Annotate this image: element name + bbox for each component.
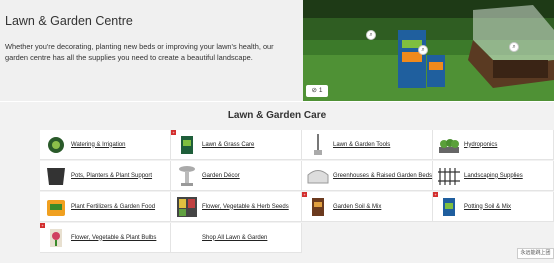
- category-greenhouses[interactable]: Greenhouses & Raised Garden Beds: [302, 161, 433, 191]
- plant-tray-icon: [438, 134, 460, 156]
- birdbath-icon: [176, 165, 198, 187]
- sale-badge: +: [433, 191, 438, 197]
- category-watering-irrigation[interactable]: Watering & Irrigation: [40, 130, 171, 160]
- sale-badge: +: [40, 222, 45, 228]
- hero-text: Lawn & Garden Centre Whether you're deco…: [5, 14, 295, 63]
- sale-badge: +: [171, 129, 176, 135]
- shop-all-link[interactable]: Shop All Lawn & Garden: [171, 223, 302, 253]
- seed-packets-icon: [176, 196, 198, 218]
- hero-image[interactable]: ⌕ ⌕ ⌕: [303, 0, 554, 101]
- lawn-product-icon: +: [171, 129, 198, 156]
- hotspot-icon[interactable]: ⌕: [366, 30, 376, 40]
- category-garden-decor[interactable]: Garden Décor: [171, 161, 302, 191]
- category-lawn-garden-tools[interactable]: Lawn & Garden Tools: [302, 130, 433, 160]
- sale-badge: +: [302, 191, 307, 197]
- category-label: Lawn & Grass Care: [202, 141, 255, 148]
- bulbs-icon: +: [40, 222, 67, 249]
- category-label: Plant Fertilizers & Garden Food: [71, 203, 156, 210]
- category-label: Watering & Irrigation: [71, 141, 126, 148]
- category-bulbs[interactable]: + Flower, Vegetable & Plant Bulbs: [40, 222, 171, 253]
- category-potting-soil[interactable]: + Potting Soil & Mix: [433, 191, 554, 222]
- category-label: Flower, Vegetable & Plant Bulbs: [71, 234, 157, 241]
- hero-description: Whether you're decorating, planting new …: [5, 42, 274, 62]
- category-label: Lawn & Garden Tools: [333, 141, 391, 148]
- page-title: Lawn & Garden Centre: [5, 14, 133, 28]
- category-label: Garden Décor: [202, 172, 240, 179]
- garden-tool-icon: [307, 133, 329, 156]
- category-garden-soil[interactable]: + Garden Soil & Mix: [302, 191, 433, 222]
- fertilizer-icon: [45, 196, 67, 218]
- category-lawn-grass-care[interactable]: + Lawn & Grass Care: [171, 129, 302, 160]
- category-pots-planters[interactable]: Pots, Planters & Plant Support: [40, 161, 171, 191]
- category-label: Greenhouses & Raised Garden Beds: [333, 172, 433, 179]
- category-label: Potting Soil & Mix: [464, 203, 512, 210]
- fence-icon: [438, 165, 460, 187]
- planter-icon: [45, 165, 67, 187]
- like-count: 1: [318, 87, 323, 94]
- greenhouse-icon: [307, 165, 329, 187]
- section-title: Lawn & Garden Care: [227, 110, 327, 121]
- hose-reel-icon: [45, 134, 67, 156]
- potting-soil-icon: +: [433, 191, 460, 218]
- divider: [0, 101, 554, 102]
- soil-bag-icon: +: [302, 191, 329, 218]
- category-label: Garden Soil & Mix: [333, 203, 382, 210]
- category-label: Landscaping Supplies: [464, 172, 523, 179]
- category-seeds[interactable]: Flower, Vegetable & Herb Seeds: [171, 192, 302, 222]
- placeholder-thumb: [176, 227, 198, 249]
- help-button[interactable]: 永远能跳上团: [517, 248, 554, 259]
- category-label: Pots, Planters & Plant Support: [71, 172, 153, 179]
- category-label: Shop All Lawn & Garden: [202, 234, 268, 241]
- hotspot-icon[interactable]: ⌕: [418, 45, 428, 55]
- category-label: Hydroponics: [464, 141, 498, 148]
- category-label: Flower, Vegetable & Herb Seeds: [202, 203, 289, 210]
- category-plant-fertilizers[interactable]: Plant Fertilizers & Garden Food: [40, 192, 171, 222]
- category-landscaping-supplies[interactable]: Landscaping Supplies: [433, 161, 554, 191]
- category-hydroponics[interactable]: Hydroponics: [433, 130, 554, 160]
- category-grid: Watering & Irrigation + Lawn & Grass Car…: [40, 129, 554, 253]
- like-button[interactable]: ⊘ 1: [306, 85, 328, 97]
- tag-icon: ⊘: [311, 87, 317, 94]
- hero-banner: Lawn & Garden Centre Whether you're deco…: [0, 0, 554, 101]
- hotspot-icon[interactable]: ⌕: [509, 42, 519, 52]
